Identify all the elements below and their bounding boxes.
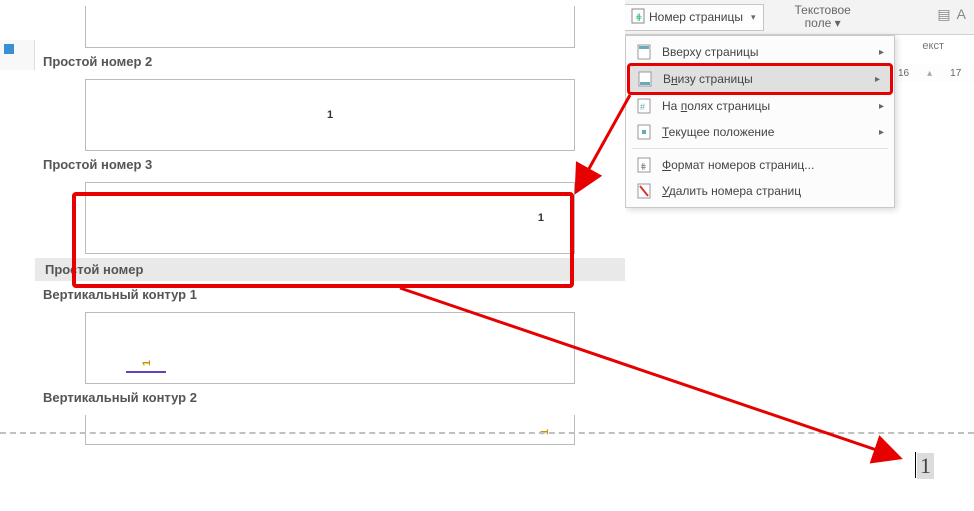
menu-margins-label: На полях страницы: [662, 99, 770, 113]
svg-text:⋕: ⋕: [640, 162, 647, 171]
menu-page-margins[interactable]: # На полях страницы ▸: [626, 93, 894, 119]
page-current-icon: [636, 124, 652, 140]
menu-top-of-page[interactable]: Вверху страницы ▸: [626, 39, 894, 65]
inserted-page-number[interactable]: 1: [917, 453, 934, 479]
page-number-button[interactable]: ⋕ Номер страницы ▾: [622, 4, 764, 31]
submenu-arrow-icon: ▸: [879, 127, 884, 138]
preview-page-number: 1: [538, 212, 544, 224]
menu-current-position[interactable]: Текущее положение ▸: [626, 119, 894, 145]
svg-text:⋕: ⋕: [635, 12, 643, 22]
vertical-contour-bar: [126, 371, 166, 373]
quick-parts-icon[interactable]: ▤: [937, 6, 950, 23]
wordart-icon[interactable]: A: [957, 6, 966, 23]
menu-remove-page-numbers[interactable]: Удалить номера страниц: [626, 178, 894, 204]
vertical-ruler-fragment: [0, 40, 35, 70]
menu-bottom-of-page[interactable]: Внизу страницы ▸: [629, 65, 891, 93]
ribbon-fragment: ⋕ Номер страницы ▾ Текстовое поле ▾ ▤ A: [614, 0, 974, 35]
gallery-item-vcontour1-title: Вертикальный контур 1: [35, 281, 625, 306]
gallery-item-vcontour2-title: Вертикальный контур 2: [35, 384, 625, 409]
menu-current-label: Текущее положение: [662, 125, 774, 139]
page-number-gallery: Простой номер 2 1 Простой номер 3 1 Прос…: [35, 0, 625, 511]
svg-text:#: #: [640, 102, 645, 112]
menu-top-label: Вверху страницы: [662, 45, 758, 59]
preview-page-number: 1: [141, 360, 153, 366]
page-number-icon: ⋕: [631, 8, 645, 27]
gallery-item-vcontour1[interactable]: 1: [85, 312, 625, 384]
ribbon-misc-icons: ▤ A: [937, 6, 966, 23]
page-number-label: Номер страницы: [649, 10, 743, 24]
menu-format-label: Формат номеров страниц...: [662, 158, 814, 172]
remove-numbers-icon: [636, 183, 652, 199]
page-margins-icon: #: [636, 98, 652, 114]
page-bottom-icon: [637, 71, 653, 87]
gallery-item-simple3[interactable]: 1: [85, 182, 625, 254]
menu-divider: [632, 148, 888, 149]
menu-format-page-numbers[interactable]: ⋕ Формат номеров страниц...: [626, 152, 894, 178]
gallery-item-vcontour2[interactable]: 1: [85, 415, 625, 445]
page-break-indicator: [0, 432, 974, 434]
gallery-item-simple2-title: Простой номер 2: [35, 48, 625, 73]
page-top-icon: [636, 44, 652, 60]
menu-bottom-label: Внизу страницы: [663, 72, 753, 86]
preview-page-number: 1: [327, 109, 333, 121]
page-number-dropdown: Вверху страницы ▸ Внизу страницы ▸ # На …: [625, 35, 895, 208]
dropdown-arrow-icon: ▾: [751, 12, 756, 23]
format-numbers-icon: ⋕: [636, 157, 652, 173]
gallery-item-simple2[interactable]: 1: [85, 79, 625, 151]
gallery-section-simple: Простой номер: [35, 258, 625, 281]
ruler-tab-marker-icon: [4, 44, 14, 54]
gallery-item-simple1-cut[interactable]: [85, 6, 625, 48]
submenu-arrow-icon: ▸: [879, 47, 884, 58]
gallery-item-simple3-title: Простой номер 3: [35, 151, 625, 176]
menu-remove-label: Удалить номера страниц: [662, 184, 801, 198]
ribbon-cut-label: екст: [922, 40, 944, 52]
horizontal-ruler-fragment: 16 ▴ 17: [894, 64, 974, 82]
text-field-group[interactable]: Текстовое поле ▾: [794, 4, 850, 30]
submenu-arrow-icon: ▸: [879, 101, 884, 112]
submenu-arrow-icon: ▸: [875, 74, 880, 85]
